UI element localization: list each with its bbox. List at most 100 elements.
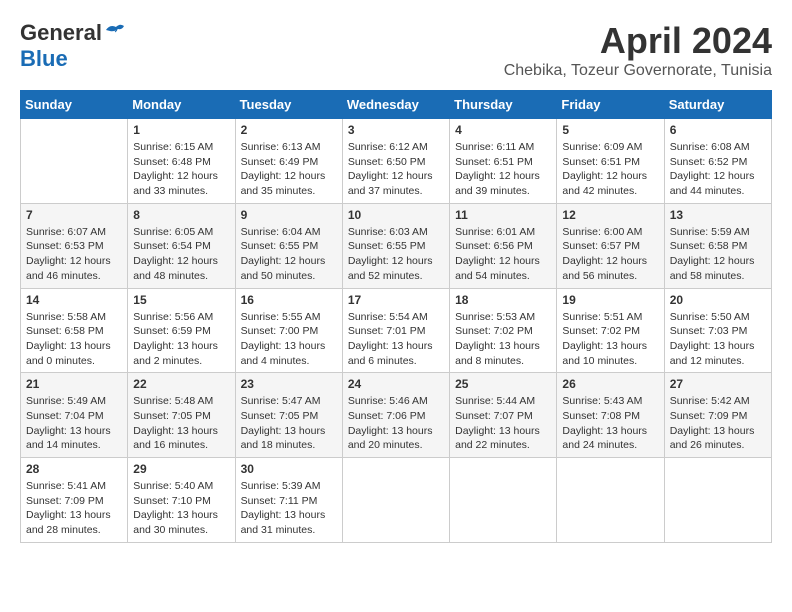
logo-general-text: General: [20, 20, 102, 46]
day-info: Sunrise: 5:56 AM Sunset: 6:59 PM Dayligh…: [133, 310, 229, 369]
day-info: Sunrise: 5:41 AM Sunset: 7:09 PM Dayligh…: [26, 479, 122, 538]
day-info: Sunrise: 5:51 AM Sunset: 7:02 PM Dayligh…: [562, 310, 658, 369]
calendar-table: SundayMondayTuesdayWednesdayThursdayFrid…: [20, 90, 772, 543]
location-subtitle: Chebika, Tozeur Governorate, Tunisia: [504, 62, 772, 80]
day-number: 20: [670, 293, 766, 307]
day-number: 23: [241, 377, 337, 391]
day-info: Sunrise: 5:39 AM Sunset: 7:11 PM Dayligh…: [241, 479, 337, 538]
day-info: Sunrise: 5:48 AM Sunset: 7:05 PM Dayligh…: [133, 394, 229, 453]
calendar-cell: 29Sunrise: 5:40 AM Sunset: 7:10 PM Dayli…: [128, 458, 235, 543]
day-number: 19: [562, 293, 658, 307]
calendar-cell: [450, 458, 557, 543]
day-number: 8: [133, 208, 229, 222]
calendar-cell: 20 Sunrise: 5:50 AM Sunset: 7:03 PM Dayli…: [664, 288, 771, 373]
day-info: Sunrise: 5:49 AM Sunset: 7:04 PM Dayligh…: [26, 394, 122, 453]
day-info: Sunrise: 6:03 AM Sunset: 6:55 PM Dayligh…: [348, 225, 444, 284]
calendar-week-4: 21 Sunrise: 5:49 AM Sunset: 7:04 PM Dayli…: [21, 373, 772, 458]
header: General Blue April 2024 Chebika, Tozeur …: [20, 20, 772, 80]
calendar-cell: 1 Sunrise: 6:15 AM Sunset: 6:48 PM Daylig…: [128, 119, 235, 204]
calendar-cell: 10 Sunrise: 6:03 AM Sunset: 6:55 PM Dayli…: [342, 203, 449, 288]
column-header-thursday: Thursday: [450, 91, 557, 119]
calendar-cell: [557, 458, 664, 543]
calendar-cell: 22Sunrise: 5:48 AM Sunset: 7:05 PM Dayli…: [128, 373, 235, 458]
day-number: 2: [241, 123, 337, 137]
day-info: Sunrise: 5:44 AM Sunset: 7:07 PM Dayligh…: [455, 394, 551, 453]
calendar-cell: [21, 119, 128, 204]
day-number: 7: [26, 208, 122, 222]
day-number: 28: [26, 462, 122, 476]
day-info: Sunrise: 5:42 AM Sunset: 7:09 PM Dayligh…: [670, 394, 766, 453]
calendar-cell: 14 Sunrise: 5:58 AM Sunset: 6:58 PM Dayli…: [21, 288, 128, 373]
calendar-cell: 3Sunrise: 6:12 AM Sunset: 6:50 PM Daylig…: [342, 119, 449, 204]
calendar-week-2: 7 Sunrise: 6:07 AM Sunset: 6:53 PM Daylig…: [21, 203, 772, 288]
calendar-cell: [664, 458, 771, 543]
day-info: Sunrise: 6:15 AM Sunset: 6:48 PM Dayligh…: [133, 140, 229, 199]
day-number: 16: [241, 293, 337, 307]
day-info: Sunrise: 6:13 AM Sunset: 6:49 PM Dayligh…: [241, 140, 337, 199]
day-info: Sunrise: 6:07 AM Sunset: 6:53 PM Dayligh…: [26, 225, 122, 284]
calendar-cell: 2 Sunrise: 6:13 AM Sunset: 6:49 PM Daylig…: [235, 119, 342, 204]
day-info: Sunrise: 5:59 AM Sunset: 6:58 PM Dayligh…: [670, 225, 766, 284]
day-number: 1: [133, 123, 229, 137]
day-number: 6: [670, 123, 766, 137]
day-info: Sunrise: 5:43 AM Sunset: 7:08 PM Dayligh…: [562, 394, 658, 453]
column-header-tuesday: Tuesday: [235, 91, 342, 119]
logo-bird-icon: [104, 22, 126, 40]
day-number: 13: [670, 208, 766, 222]
calendar-cell: 13 Sunrise: 5:59 AM Sunset: 6:58 PM Dayli…: [664, 203, 771, 288]
day-number: 24: [348, 377, 444, 391]
day-info: Sunrise: 5:50 AM Sunset: 7:03 PM Dayligh…: [670, 310, 766, 369]
column-header-saturday: Saturday: [664, 91, 771, 119]
day-info: Sunrise: 5:55 AM Sunset: 7:00 PM Dayligh…: [241, 310, 337, 369]
day-info: Sunrise: 5:58 AM Sunset: 6:58 PM Dayligh…: [26, 310, 122, 369]
calendar-cell: 8 Sunrise: 6:05 AM Sunset: 6:54 PM Daylig…: [128, 203, 235, 288]
day-number: 25: [455, 377, 551, 391]
calendar-cell: 24 Sunrise: 5:46 AM Sunset: 7:06 PM Dayli…: [342, 373, 449, 458]
calendar-cell: 21 Sunrise: 5:49 AM Sunset: 7:04 PM Dayli…: [21, 373, 128, 458]
day-number: 15: [133, 293, 229, 307]
day-info: Sunrise: 6:01 AM Sunset: 6:56 PM Dayligh…: [455, 225, 551, 284]
calendar-cell: 15 Sunrise: 5:56 AM Sunset: 6:59 PM Dayli…: [128, 288, 235, 373]
day-info: Sunrise: 6:09 AM Sunset: 6:51 PM Dayligh…: [562, 140, 658, 199]
day-number: 21: [26, 377, 122, 391]
column-header-sunday: Sunday: [21, 91, 128, 119]
day-info: Sunrise: 5:46 AM Sunset: 7:06 PM Dayligh…: [348, 394, 444, 453]
day-number: 18: [455, 293, 551, 307]
day-number: 11: [455, 208, 551, 222]
day-number: 12: [562, 208, 658, 222]
day-number: 27: [670, 377, 766, 391]
calendar-cell: 12 Sunrise: 6:00 AM Sunset: 6:57 PM Dayli…: [557, 203, 664, 288]
month-year-title: April 2024: [504, 20, 772, 62]
day-info: Sunrise: 5:53 AM Sunset: 7:02 PM Dayligh…: [455, 310, 551, 369]
day-info: Sunrise: 6:04 AM Sunset: 6:55 PM Dayligh…: [241, 225, 337, 284]
calendar-cell: 28 Sunrise: 5:41 AM Sunset: 7:09 PM Dayli…: [21, 458, 128, 543]
calendar-cell: [342, 458, 449, 543]
day-info: Sunrise: 6:05 AM Sunset: 6:54 PM Dayligh…: [133, 225, 229, 284]
day-number: 4: [455, 123, 551, 137]
calendar-cell: 26 Sunrise: 5:43 AM Sunset: 7:08 PM Dayli…: [557, 373, 664, 458]
column-header-friday: Friday: [557, 91, 664, 119]
day-number: 5: [562, 123, 658, 137]
day-number: 14: [26, 293, 122, 307]
calendar-cell: 11 Sunrise: 6:01 AM Sunset: 6:56 PM Dayli…: [450, 203, 557, 288]
day-number: 17: [348, 293, 444, 307]
day-number: 10: [348, 208, 444, 222]
day-number: 30: [241, 462, 337, 476]
logo: General Blue: [20, 20, 126, 72]
logo-blue-text: Blue: [20, 46, 68, 72]
calendar-cell: 30 Sunrise: 5:39 AM Sunset: 7:11 PM Dayli…: [235, 458, 342, 543]
day-number: 29: [133, 462, 229, 476]
calendar-cell: 19 Sunrise: 5:51 AM Sunset: 7:02 PM Dayli…: [557, 288, 664, 373]
calendar-cell: 17Sunrise: 5:54 AM Sunset: 7:01 PM Dayli…: [342, 288, 449, 373]
calendar-cell: 18 Sunrise: 5:53 AM Sunset: 7:02 PM Dayli…: [450, 288, 557, 373]
calendar-cell: 9Sunrise: 6:04 AM Sunset: 6:55 PM Daylig…: [235, 203, 342, 288]
day-info: Sunrise: 5:47 AM Sunset: 7:05 PM Dayligh…: [241, 394, 337, 453]
calendar-header-row: SundayMondayTuesdayWednesdayThursdayFrid…: [21, 91, 772, 119]
day-info: Sunrise: 6:00 AM Sunset: 6:57 PM Dayligh…: [562, 225, 658, 284]
column-header-monday: Monday: [128, 91, 235, 119]
calendar-cell: 5 Sunrise: 6:09 AM Sunset: 6:51 PM Daylig…: [557, 119, 664, 204]
calendar-cell: 4Sunrise: 6:11 AM Sunset: 6:51 PM Daylig…: [450, 119, 557, 204]
calendar-cell: 27 Sunrise: 5:42 AM Sunset: 7:09 PM Dayli…: [664, 373, 771, 458]
day-number: 26: [562, 377, 658, 391]
calendar-cell: 6Sunrise: 6:08 AM Sunset: 6:52 PM Daylig…: [664, 119, 771, 204]
